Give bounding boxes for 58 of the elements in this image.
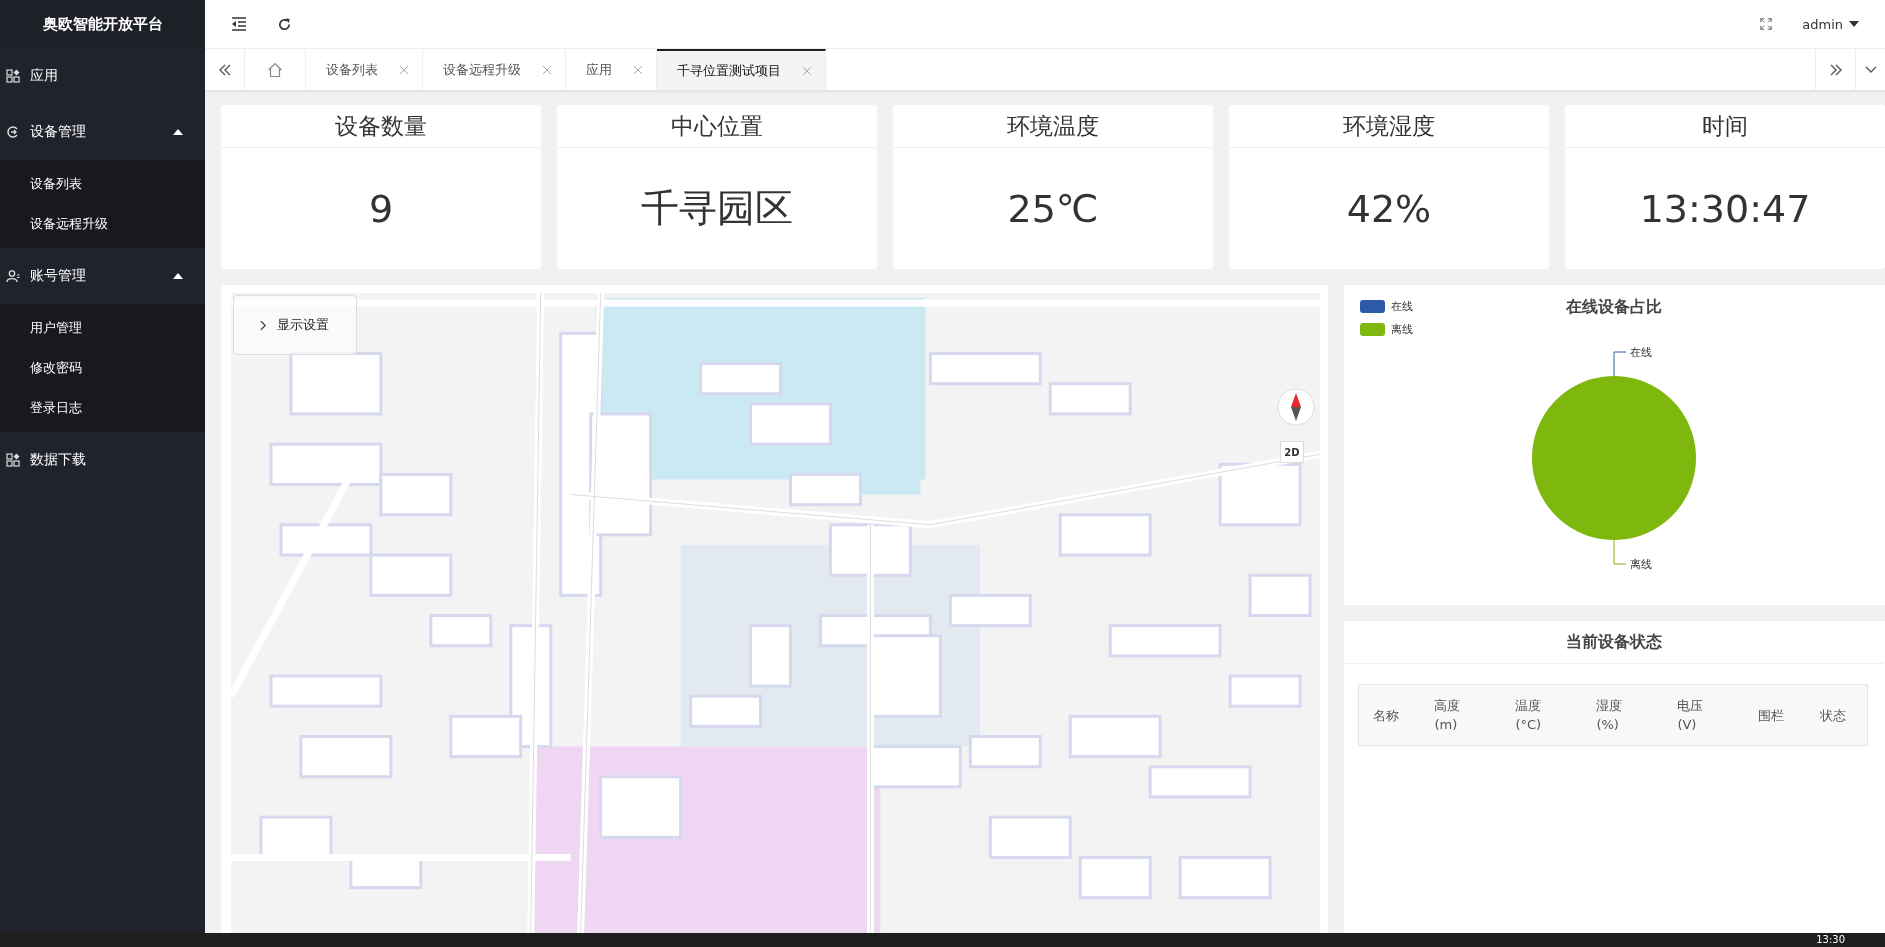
sidebar-item[interactable]: 应用 (0, 48, 205, 104)
leader-line (1613, 351, 1627, 377)
leader-line (1613, 539, 1627, 565)
sidebar-group[interactable]: 账号管理 (0, 248, 205, 304)
panel-title: 当前设备状态 (1344, 621, 1884, 664)
sidebar-subitem[interactable]: 设备远程升级 (0, 204, 205, 244)
column-header: 围栏 (1758, 706, 1785, 725)
stat-title: 时间 (1565, 105, 1885, 148)
sidebar-item[interactable]: 数据下载 (0, 432, 205, 488)
tab[interactable]: 千寻位置测试项目 (657, 49, 826, 90)
stat-value: 25℃ (1006, 185, 1100, 233)
stat-title: 环境湿度 (1229, 105, 1549, 148)
view-mode-button[interactable]: 2D (1280, 441, 1304, 463)
close-icon[interactable] (400, 65, 408, 74)
column-header: 温度 (°C) (1515, 696, 1543, 734)
caret-icon (173, 129, 183, 135)
fullscreen-icon[interactable] (1760, 18, 1773, 30)
sidebar-subitem[interactable]: 登录日志 (0, 388, 205, 428)
tab[interactable]: 设备远程升级 (423, 49, 566, 90)
close-icon[interactable] (803, 66, 811, 75)
stat-value: 13:30:47 (1638, 185, 1812, 233)
user-menu[interactable]: admin (1802, 16, 1859, 32)
chevron-right-icon (260, 319, 267, 331)
collapse-menu-icon[interactable] (231, 17, 247, 31)
sidebar-subitem[interactable]: 用户管理 (0, 308, 205, 348)
column-header: 状态 (1819, 706, 1846, 725)
stat-title: 设备数量 (221, 105, 541, 148)
sidebar-subitem[interactable]: 修改密码 (0, 348, 205, 388)
stat-value: 千寻园区 (640, 185, 794, 232)
display-settings-button[interactable]: 显示设置 (233, 295, 357, 355)
legend-label: 在线 (1391, 299, 1413, 314)
apps-icon (6, 69, 20, 83)
slice-label: 在线 (1630, 346, 1652, 359)
sidebar-subitem[interactable]: 设备列表 (0, 164, 205, 204)
user-icon (6, 269, 20, 283)
close-icon[interactable] (543, 65, 551, 74)
slice-label: 离线 (1630, 558, 1652, 571)
stat-value: 9 (367, 185, 395, 233)
circle-arrow-icon (6, 125, 20, 139)
refresh-icon[interactable] (277, 16, 292, 32)
clock-text: 13:30 (1816, 935, 1845, 945)
stat-value: 42% (1345, 185, 1433, 233)
sidebar-group[interactable]: 设备管理 (0, 104, 205, 160)
stat-title: 中心位置 (557, 105, 877, 148)
caret-icon (173, 273, 183, 279)
stat-title: 环境温度 (893, 105, 1213, 148)
column-header: 湿度 (%) (1596, 696, 1624, 734)
apps-icon (6, 453, 20, 467)
app-title: 奥欧智能开放平台 (0, 0, 205, 48)
tab[interactable]: 设备列表 (306, 49, 423, 90)
close-icon[interactable] (634, 65, 642, 74)
column-header: 电压 (V) (1677, 696, 1705, 734)
legend-label: 离线 (1391, 322, 1413, 337)
column-header: 名称 (1373, 706, 1399, 725)
column-header: 高度 (m) (1434, 696, 1462, 734)
chart-title: 在线设备占比 (1566, 297, 1662, 316)
caret-icon (1849, 21, 1859, 27)
compass-icon[interactable] (1276, 387, 1316, 427)
